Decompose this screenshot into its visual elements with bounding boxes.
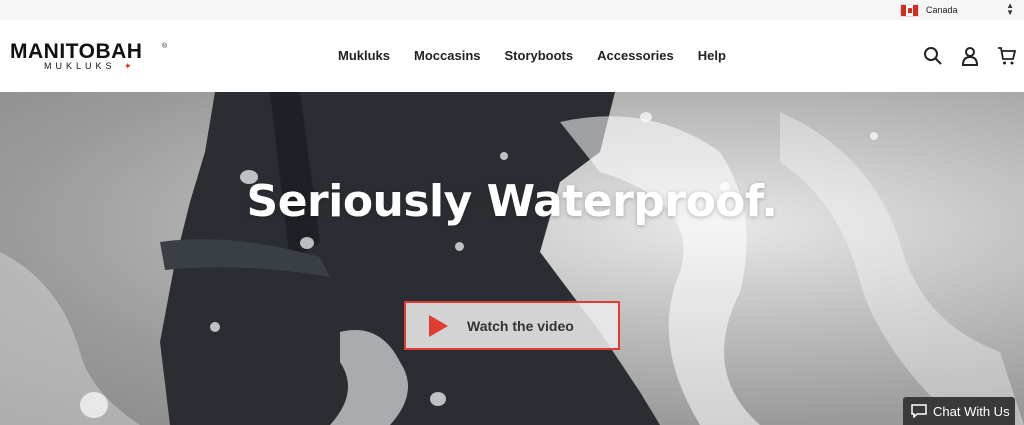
hero-title: Seriously Waterproof. [246, 176, 778, 227]
watch-video-label: Watch the video [467, 317, 574, 334]
cart-icon[interactable] [997, 46, 1017, 66]
site-header: MANITOBAH MUKLUKS ✦ ® Mukluks Moccasins … [0, 20, 1024, 92]
main-nav: Mukluks Moccasins Storyboots Accessories… [338, 48, 750, 63]
account-icon[interactable] [960, 46, 980, 66]
brand-sub: MUKLUKS [44, 61, 116, 71]
country-label: Canada [926, 5, 958, 15]
select-arrows-icon: ▲ ▼ [1006, 1, 1014, 17]
chat-bubble-icon [911, 404, 927, 418]
top-utility-bar: Canada ▲ ▼ [0, 0, 1024, 20]
brand-name: MANITOBAH [10, 40, 143, 63]
registered-mark: ® [162, 43, 168, 50]
nav-item-help[interactable]: Help [698, 48, 726, 63]
hero-banner: Seriously Waterproof. Watch the video [0, 92, 1024, 425]
country-selector[interactable]: Canada ▲ ▼ [900, 1, 1016, 19]
nav-item-accessories[interactable]: Accessories [597, 48, 674, 63]
brand-logo[interactable]: MANITOBAH MUKLUKS ✦ ® [10, 40, 170, 74]
play-icon [429, 314, 448, 337]
nav-item-storyboots[interactable]: Storyboots [505, 48, 574, 63]
canada-flag-icon [900, 3, 919, 17]
watch-video-button[interactable]: Watch the video [404, 301, 620, 350]
nav-item-mukluks[interactable]: Mukluks [338, 48, 390, 63]
search-icon[interactable] [923, 46, 943, 66]
boot-splash-image [0, 92, 1024, 425]
maple-leaf-icon: ✦ [124, 61, 132, 71]
chat-widget-button[interactable]: Chat With Us [903, 397, 1015, 425]
chat-label: Chat With Us [933, 403, 1010, 419]
nav-item-moccasins[interactable]: Moccasins [414, 48, 480, 63]
